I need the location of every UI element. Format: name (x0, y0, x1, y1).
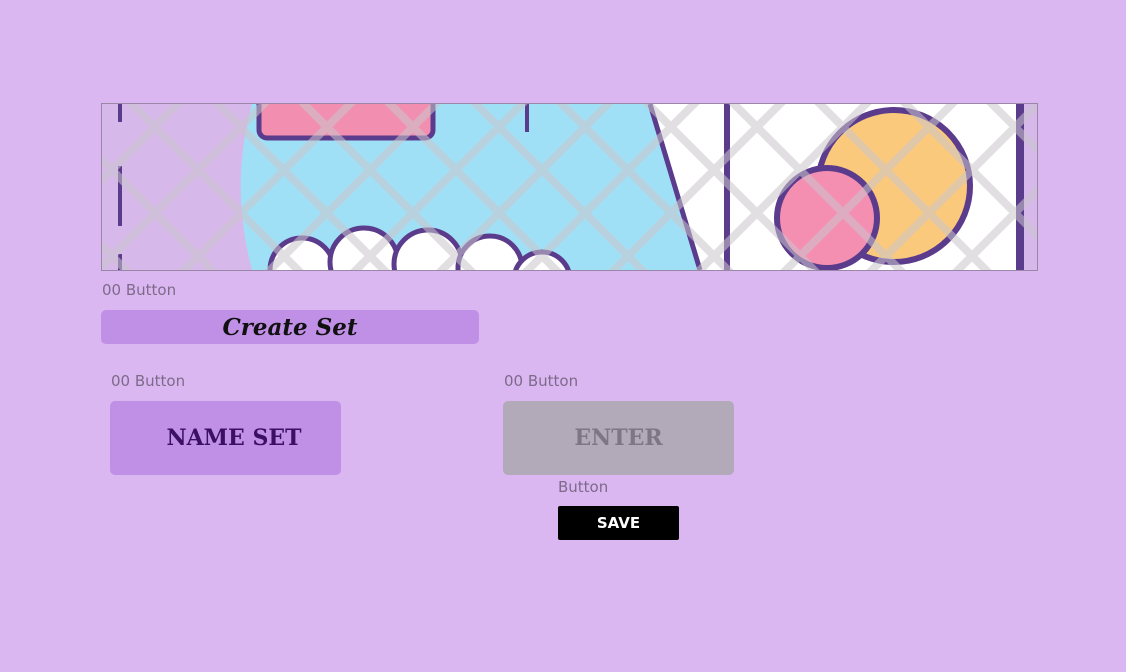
enter-button[interactable]: ENTER (503, 401, 734, 475)
name-set-button[interactable]: NAME SET (110, 401, 341, 475)
save-caption: Button (558, 478, 609, 496)
create-set-button[interactable]: Create Set (101, 310, 479, 344)
banner-illustration (102, 104, 1037, 270)
decorative-banner-image (101, 103, 1038, 271)
enter-caption: 00 Button (504, 372, 579, 390)
save-button[interactable]: SAVE (558, 506, 679, 540)
name-set-caption: 00 Button (111, 372, 186, 390)
create-set-caption: 00 Button (102, 281, 177, 299)
